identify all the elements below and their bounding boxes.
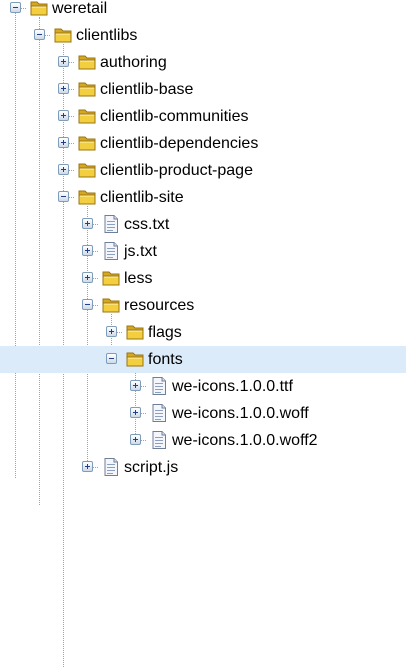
tree-node[interactable]: clientlib-base — [0, 76, 406, 103]
expand-toggle-icon[interactable] — [58, 110, 69, 121]
expand-toggle-icon[interactable] — [130, 407, 141, 418]
expand-toggle-icon[interactable] — [130, 380, 141, 391]
tree-node-label[interactable]: flags — [148, 323, 182, 342]
tree-node[interactable]: resources — [0, 292, 406, 319]
expand-toggle-icon[interactable] — [82, 245, 93, 256]
tree-node-label[interactable]: we-icons.1.0.0.ttf — [172, 377, 293, 396]
tree-node-label[interactable]: clientlib-communities — [100, 107, 249, 126]
folder-icon — [77, 187, 97, 207]
tree-node-label[interactable]: we-icons.1.0.0.woff2 — [172, 431, 318, 450]
folder-icon — [101, 295, 121, 315]
tree-node-label[interactable]: fonts — [148, 350, 183, 369]
file-icon — [101, 214, 121, 234]
tree-node-label[interactable]: less — [124, 269, 152, 288]
folder-icon — [77, 133, 97, 153]
tree-node-label[interactable]: js.txt — [124, 242, 157, 261]
tree-node[interactable]: clientlib-product-page — [0, 157, 406, 184]
tree-node-label[interactable]: clientlib-base — [100, 80, 193, 99]
tree-node[interactable]: clientlibs — [0, 22, 406, 49]
tree-node[interactable]: css.txt — [0, 211, 406, 238]
folder-icon — [125, 322, 145, 342]
expand-toggle-icon[interactable] — [82, 218, 93, 229]
tree-node[interactable]: authoring — [0, 49, 406, 76]
tree-node[interactable]: flags — [0, 319, 406, 346]
tree-node[interactable]: weretail — [0, 0, 406, 22]
tree-node-label[interactable]: weretail — [52, 0, 107, 18]
tree-node[interactable]: clientlib-site — [0, 184, 406, 211]
expand-toggle-icon[interactable] — [130, 434, 141, 445]
expand-toggle-icon[interactable] — [58, 83, 69, 94]
expand-toggle-icon[interactable] — [82, 272, 93, 283]
tree-node-label[interactable]: resources — [124, 296, 194, 315]
folder-icon — [77, 106, 97, 126]
folder-icon — [53, 25, 73, 45]
collapse-toggle-icon[interactable] — [106, 353, 117, 364]
tree-node[interactable]: fonts — [0, 346, 406, 373]
folder-icon — [29, 0, 49, 18]
tree-node-label[interactable]: we-icons.1.0.0.woff — [172, 404, 309, 423]
tree-node-label[interactable]: clientlibs — [76, 26, 137, 45]
file-icon — [101, 457, 121, 477]
collapse-toggle-icon[interactable] — [34, 29, 45, 40]
file-icon — [149, 403, 169, 423]
expand-toggle-icon[interactable] — [58, 164, 69, 175]
tree-node[interactable]: script.js — [0, 454, 406, 481]
tree-node-label[interactable]: script.js — [124, 458, 178, 477]
file-icon — [149, 376, 169, 396]
collapse-toggle-icon[interactable] — [10, 2, 21, 13]
tree-node[interactable]: js.txt — [0, 238, 406, 265]
folder-icon — [125, 349, 145, 369]
folder-icon — [77, 79, 97, 99]
tree-node[interactable]: we-icons.1.0.0.woff — [0, 400, 406, 427]
tree-node[interactable]: clientlib-dependencies — [0, 130, 406, 157]
repository-tree: weretail clientlibs authoring clientlib-bas… — [0, 0, 406, 667]
expand-toggle-icon[interactable] — [58, 56, 69, 67]
collapse-toggle-icon[interactable] — [58, 191, 69, 202]
tree-node[interactable]: less — [0, 265, 406, 292]
tree-node[interactable]: clientlib-communities — [0, 103, 406, 130]
tree-node[interactable]: we-icons.1.0.0.ttf — [0, 373, 406, 400]
tree-node-label[interactable]: clientlib-site — [100, 188, 184, 207]
file-icon — [149, 430, 169, 450]
tree-node[interactable]: we-icons.1.0.0.woff2 — [0, 427, 406, 454]
folder-icon — [77, 52, 97, 72]
folder-icon — [77, 160, 97, 180]
tree-node-label[interactable]: clientlib-dependencies — [100, 134, 258, 153]
collapse-toggle-icon[interactable] — [82, 299, 93, 310]
tree-node-label[interactable]: clientlib-product-page — [100, 161, 253, 180]
tree-node-label[interactable]: css.txt — [124, 215, 169, 234]
expand-toggle-icon[interactable] — [106, 326, 117, 337]
tree-node-label[interactable]: authoring — [100, 53, 167, 72]
folder-icon — [101, 268, 121, 288]
expand-toggle-icon[interactable] — [58, 137, 69, 148]
file-icon — [101, 241, 121, 261]
expand-toggle-icon[interactable] — [82, 461, 93, 472]
